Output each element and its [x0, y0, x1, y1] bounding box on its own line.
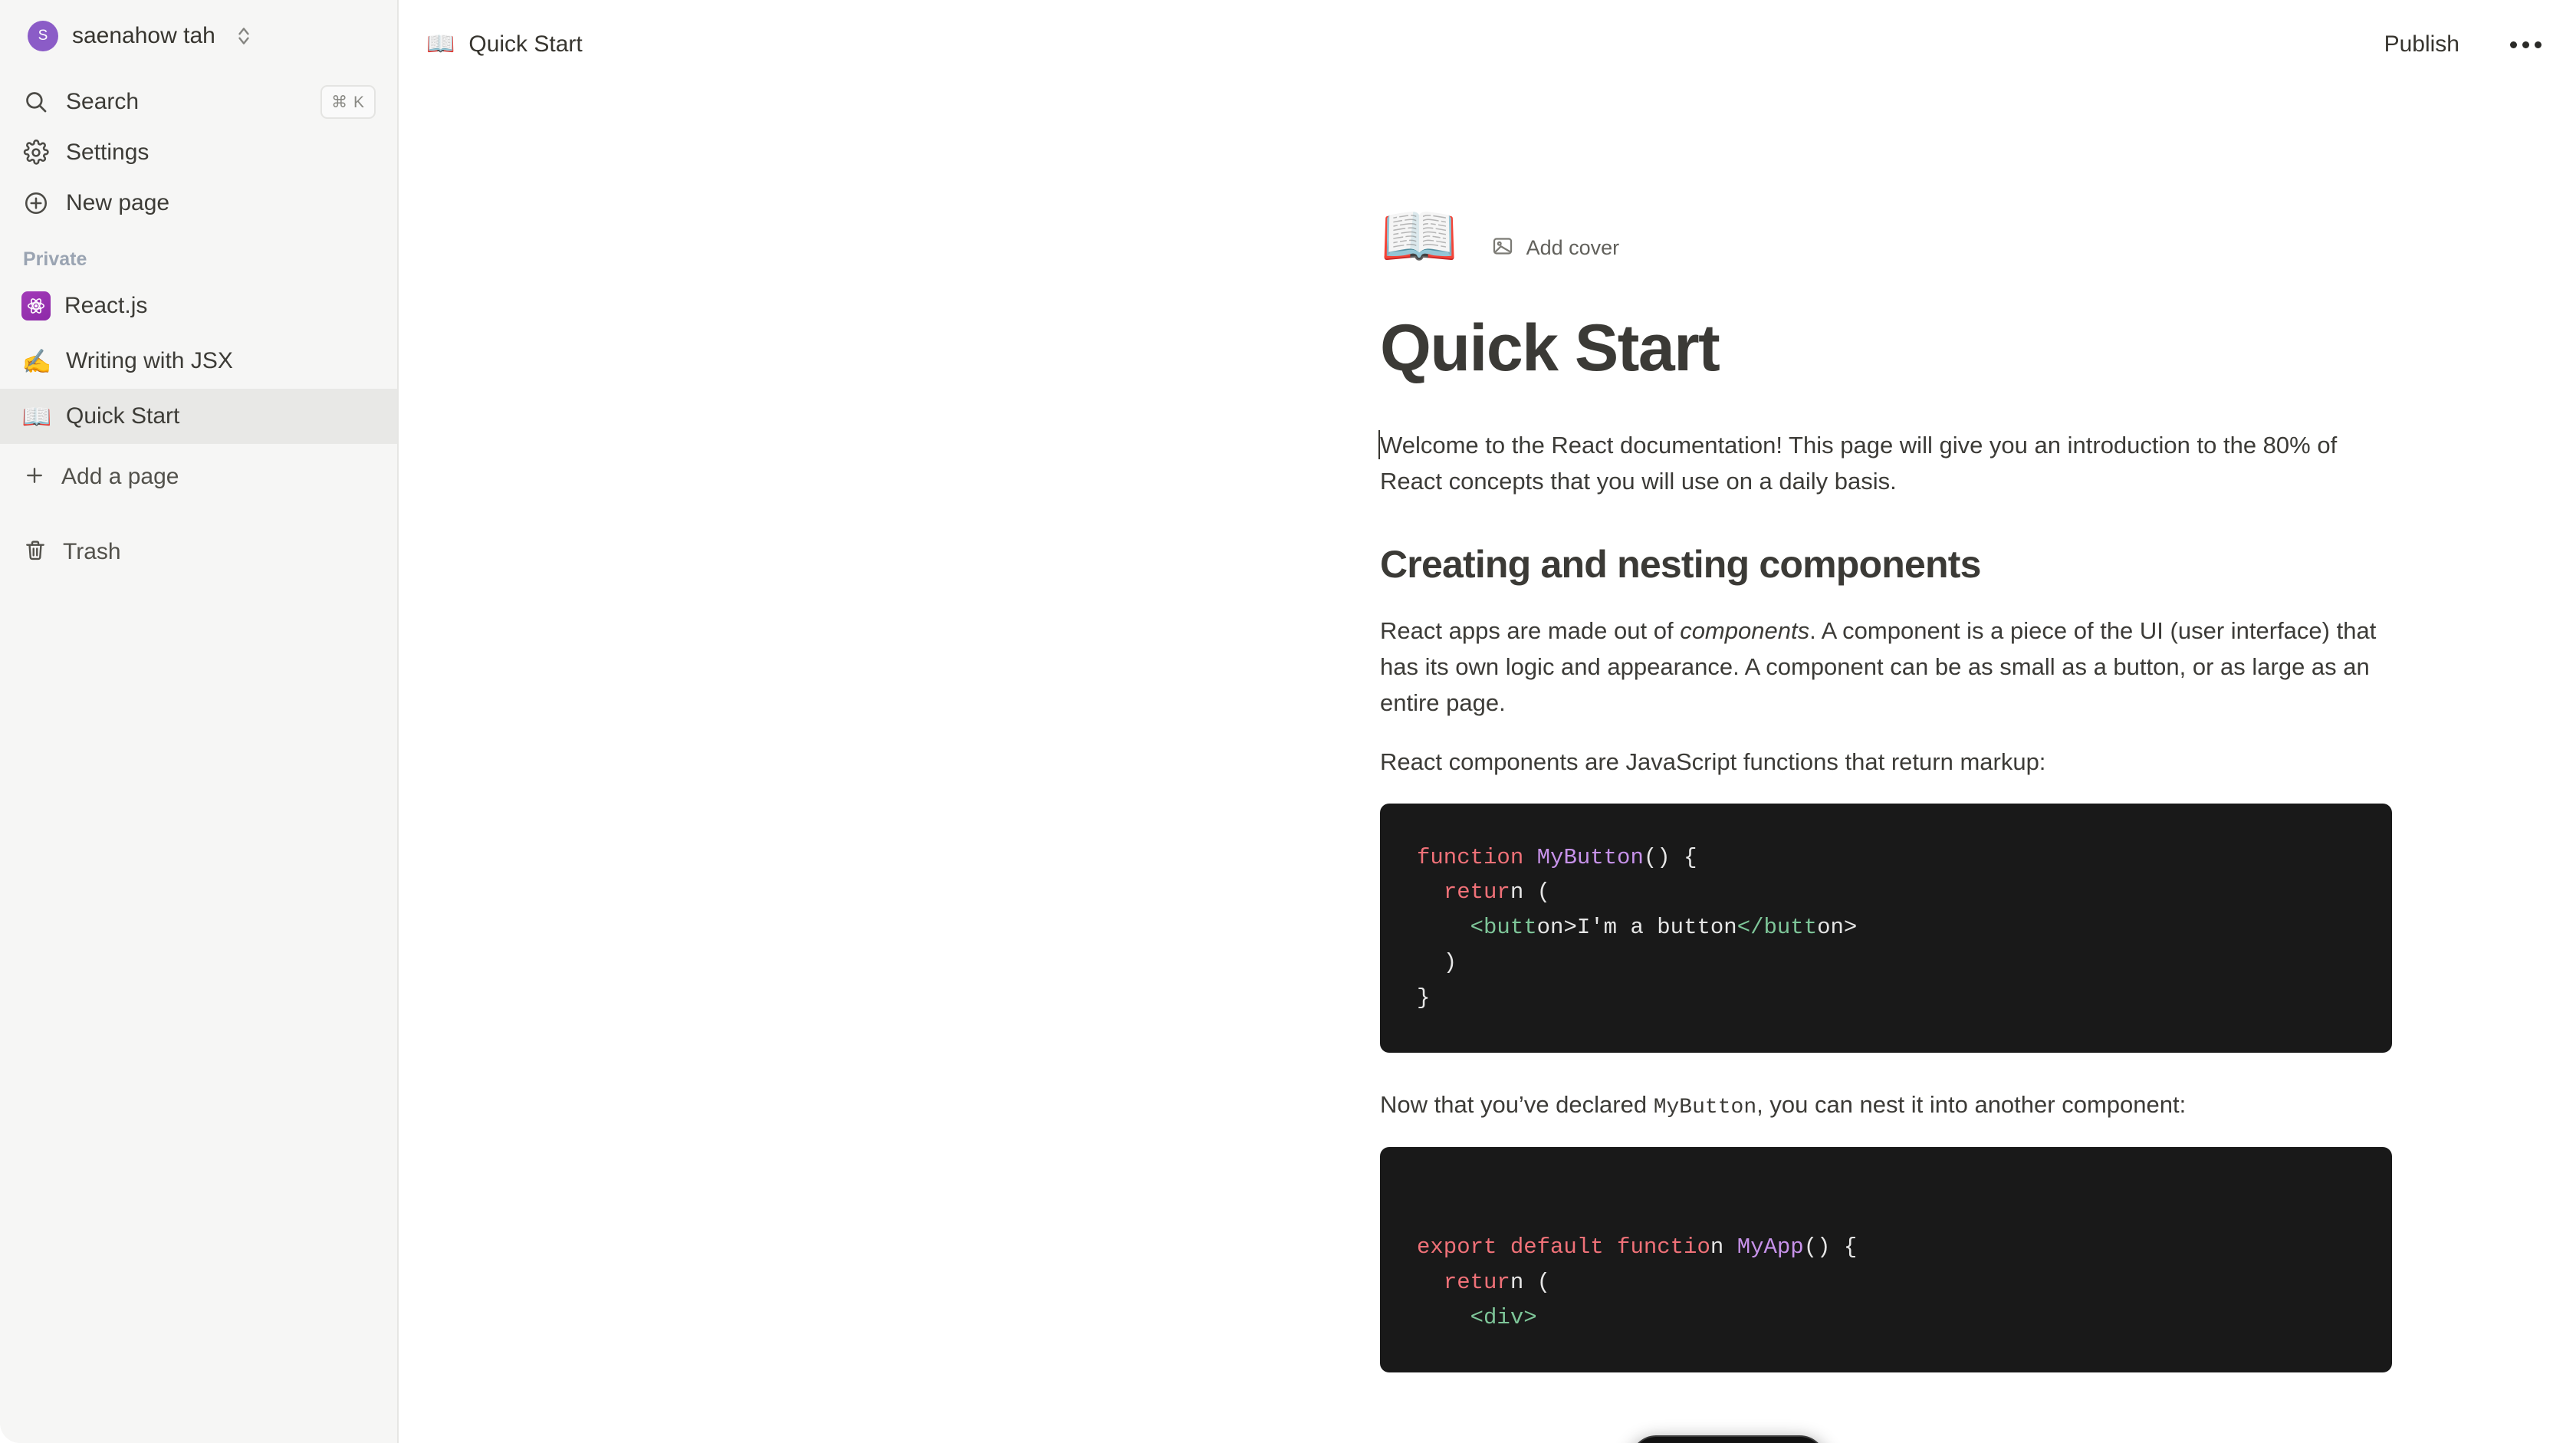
code-content: export default function MyApp() { return… [1417, 1234, 1858, 1330]
sidebar-page-quick-start[interactable]: 📖 Quick Start [0, 389, 397, 444]
breadcrumb[interactable]: 📖 Quick Start [426, 31, 583, 58]
sidebar-page-react-js[interactable]: React.js [0, 278, 397, 334]
add-a-page-button[interactable]: Add a page [0, 452, 397, 502]
sidebar-section-private: Private [23, 248, 87, 270]
open-book-icon: 📖 [21, 403, 52, 430]
chevron-updown-icon [235, 23, 252, 49]
floating-toolbar[interactable] [1629, 1435, 1827, 1443]
open-book-icon: 📖 [426, 31, 455, 57]
para-text-a: Now that you’ve declared [1380, 1090, 1654, 1118]
plus-icon [23, 464, 46, 491]
paragraph-intro[interactable]: Welcome to the React documentation! This… [1378, 427, 2392, 499]
topbar-actions: Publish [2378, 27, 2542, 62]
paragraph-components-return-markup[interactable]: React components are JavaScript function… [1380, 744, 2392, 780]
sidebar-item-settings[interactable]: Settings [0, 127, 397, 178]
sidebar-page-label: React.js [64, 293, 148, 318]
workspace-switcher[interactable]: S saenahow tah [8, 12, 389, 60]
topbar: 📖 Quick Start Publish [399, 0, 2576, 89]
sidebar-item-label: Settings [66, 140, 150, 165]
breadcrumb-title: Quick Start [468, 31, 583, 57]
code-block-my-app[interactable]: export default function MyApp() { return… [1380, 1147, 2392, 1372]
paragraph-nest-my-button[interactable]: Now that you’ve declared MyButton, you c… [1380, 1086, 2392, 1125]
add-a-page-label: Add a page [61, 464, 179, 489]
search-icon [21, 87, 51, 117]
code-content: function MyButton() { return ( <button>I… [1417, 844, 1858, 1011]
sidebar-page-label: Quick Start [66, 403, 180, 429]
paragraph-components-definition[interactable]: React apps are made out of components. A… [1380, 613, 2392, 721]
sidebar-item-new-page[interactable]: New page [0, 178, 397, 228]
publish-button[interactable]: Publish [2378, 27, 2466, 62]
sidebar-page-writing-with-jsx[interactable]: ✍️ Writing with JSX [0, 334, 397, 389]
add-cover-label: Add cover [1526, 236, 1620, 259]
heading-creating-and-nesting-components[interactable]: Creating and nesting components [1380, 542, 2392, 587]
para-text-a: React apps are made out of [1380, 617, 1681, 645]
add-cover-button[interactable]: Add cover [1491, 235, 1620, 261]
sidebar-page-label: Writing with JSX [66, 348, 233, 373]
code-block-my-button[interactable]: function MyButton() { return ( <button>I… [1380, 803, 2392, 1053]
document-body: 📖 Add cover Quick Start Welcome to the R… [1378, 89, 2392, 1372]
react-logo-icon [21, 291, 51, 320]
app-root: S saenahow tah Search ⌘ K Settings New p… [0, 0, 2576, 1443]
trash-label: Trash [63, 539, 121, 564]
more-options-icon[interactable] [2509, 28, 2542, 61]
inline-code-my-button: MyButton [1653, 1095, 1757, 1119]
sidebar-nav: Search ⌘ K Settings New page [0, 77, 397, 228]
plus-circle-icon [21, 189, 51, 218]
writing-hand-icon: ✍️ [21, 347, 52, 375]
sidebar-item-label: Search [66, 89, 140, 114]
sidebar-item-trash[interactable]: Trash [0, 527, 397, 577]
image-icon [1491, 235, 1514, 261]
sidebar: S saenahow tah Search ⌘ K Settings New p… [0, 0, 399, 1443]
page-title[interactable]: Quick Start [1380, 313, 2392, 384]
main-area: 📖 Quick Start Publish 📖 Add cover Quick … [399, 0, 2576, 1443]
gear-icon [21, 138, 51, 167]
trash-icon [23, 538, 48, 567]
sidebar-item-label: New page [66, 190, 170, 215]
search-shortcut-badge: ⌘ K [320, 85, 376, 119]
document-scroll-area[interactable]: 📖 Add cover Quick Start Welcome to the R… [399, 89, 2576, 1443]
workspace-name: saenahow tah [72, 23, 215, 48]
para-text-b: , you can nest it into another component… [1756, 1090, 2187, 1118]
para-emphasis-components: components [1680, 617, 1810, 645]
avatar: S [28, 21, 58, 51]
sidebar-item-search[interactable]: Search ⌘ K [0, 77, 397, 127]
page-icon-open-book[interactable]: 📖 [1380, 205, 1458, 268]
